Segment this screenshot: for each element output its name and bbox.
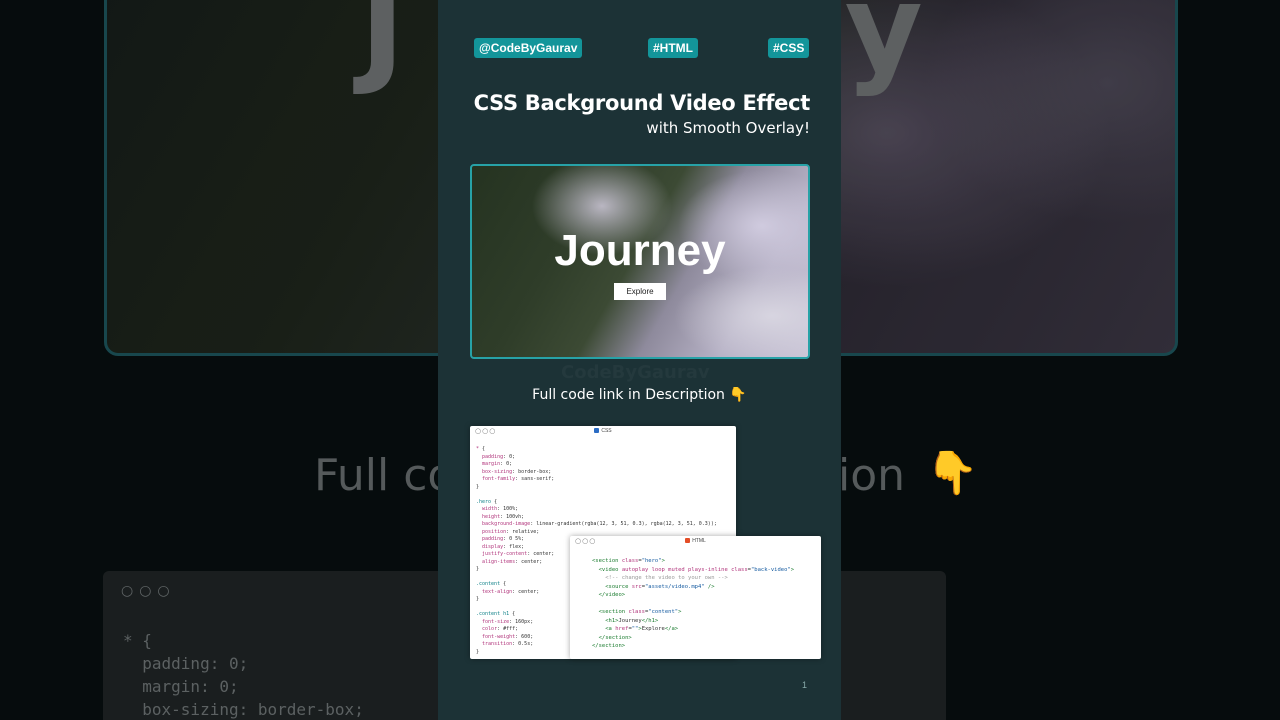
css-window-title-text: CSS [601,428,612,434]
tag-css[interactable]: #CSS [768,38,810,58]
html-window-title: HTML [570,538,821,544]
explore-button[interactable]: Explore [614,283,666,300]
html-window-titlebar: ○○○ HTML [570,536,821,548]
hero-preview: Journey Explore [470,164,810,359]
background-link-text-left: Full co [314,450,455,501]
html-code: <section class="hero"> <video autoplay l… [592,558,795,649]
post-panel: @CodeByGaurav #HTML #CSS CSS Background … [438,0,841,720]
pointing-down-icon: 👇 [729,387,747,403]
html-file-icon [685,538,691,543]
background-pointing-down-icon: 👇 [926,448,979,497]
hero-title: Journey [554,226,726,275]
tag-html[interactable]: #HTML [648,38,698,58]
css-window-titlebar: ○○○ CSS [470,426,736,438]
post-title: CSS Background Video Effect [473,91,811,115]
tag-handle[interactable]: @CodeByGaurav [474,38,583,58]
background-hero-title-left: J [360,0,405,99]
background-code-preview: * { padding: 0; margin: 0; box-sizing: b… [123,631,364,719]
watermark: CodeByGaurav [561,362,710,383]
page-number: 1 [802,680,808,690]
background-link-text-right: ion [838,450,906,501]
post-subtitle: with Smooth Overlay! [646,119,810,137]
background-hero-title-right: y [844,0,923,99]
description-link-text: Full code link in Description [532,387,725,403]
css-window-title: CSS [470,428,736,434]
background-window-dots-icon: ○○○ [121,583,176,599]
description-link-line: Full code link in Description 👇 [438,387,841,403]
html-window-title-text: HTML [692,538,706,544]
html-code-window: ○○○ HTML <section class="hero"> <video a… [570,536,821,659]
css-file-icon [594,428,600,433]
